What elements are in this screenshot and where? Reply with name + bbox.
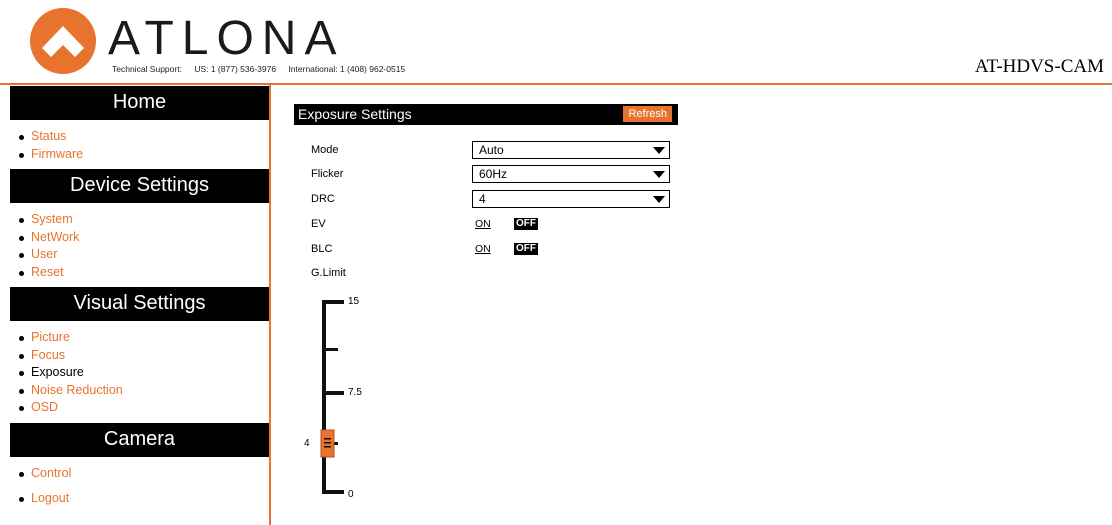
- panel-title: Exposure Settings: [298, 106, 412, 122]
- flicker-select[interactable]: 60Hz: [472, 165, 670, 183]
- sidebar-link-osd[interactable]: OSD: [31, 400, 58, 414]
- drc-select[interactable]: 4: [472, 190, 670, 208]
- slider-tick-mid: [322, 391, 344, 395]
- glimit-label: G.Limit: [311, 267, 346, 279]
- sidebar-link-reset[interactable]: Reset: [31, 265, 64, 279]
- chevron-down-icon: [653, 196, 665, 203]
- blc-on-button[interactable]: ON: [475, 243, 491, 255]
- glimit-slider-graphic: [320, 300, 344, 494]
- slider-track: [322, 300, 326, 494]
- slider-grip-line: [324, 442, 331, 444]
- sidebar-link-user[interactable]: User: [31, 247, 57, 261]
- sidebar: Home Status Firmware Device Settings Sys…: [10, 86, 269, 514]
- ev-label: EV: [311, 218, 326, 230]
- mode-select-value: Auto: [479, 143, 504, 157]
- chevron-down-icon: [653, 147, 665, 154]
- chevron-down-icon: [653, 171, 665, 178]
- page-header: ATLONA Technical Support: US: 1 (877) 53…: [0, 0, 1112, 84]
- sidebar-item-control[interactable]: Control: [18, 465, 269, 483]
- glimit-slider[interactable]: 15 7.5 0 4: [300, 290, 380, 505]
- sidebar-list-device: System NetWork User Reset: [10, 203, 269, 287]
- sidebar-list-camera: Control Logout: [10, 457, 269, 514]
- sidebar-item-system[interactable]: System: [18, 211, 269, 229]
- ev-on-button[interactable]: ON: [475, 218, 491, 230]
- sidebar-item-exposure[interactable]: Exposure: [18, 364, 269, 382]
- sidebar-item-user[interactable]: User: [18, 246, 269, 264]
- support-label: Technical Support:: [112, 64, 182, 74]
- sidebar-item-picture[interactable]: Picture: [18, 329, 269, 347]
- header-divider: [0, 83, 1112, 85]
- atlona-logo-icon: [30, 8, 96, 74]
- exposure-panel-header: Exposure Settings Refresh: [294, 104, 678, 125]
- sidebar-link-firmware[interactable]: Firmware: [31, 147, 83, 161]
- flicker-select-value: 60Hz: [479, 167, 508, 181]
- slider-value-label: 4: [304, 438, 310, 449]
- slider-tick-max: [322, 300, 344, 304]
- sidebar-item-firmware[interactable]: Firmware: [18, 146, 269, 164]
- support-intl: International: 1 (408) 962-0515: [288, 64, 406, 74]
- brand-wordmark: ATLONA: [108, 12, 344, 62]
- sidebar-list-home: Status Firmware: [10, 120, 269, 169]
- sidebar-item-logout[interactable]: Logout: [18, 490, 269, 508]
- sidebar-link-network[interactable]: NetWork: [31, 230, 79, 244]
- sidebar-link-system[interactable]: System: [31, 212, 73, 226]
- sidebar-title-home: Home: [10, 86, 269, 120]
- mode-select[interactable]: Auto: [472, 141, 670, 159]
- drc-select-value: 4: [479, 192, 486, 206]
- flicker-label: Flicker: [311, 168, 344, 180]
- support-info: Technical Support: US: 1 (877) 536-3976 …: [112, 64, 415, 74]
- sidebar-item-focus[interactable]: Focus: [18, 347, 269, 365]
- sidebar-list-visual: Picture Focus Exposure Noise Reduction O…: [10, 321, 269, 423]
- sidebar-item-noise-reduction[interactable]: Noise Reduction: [18, 382, 269, 400]
- ev-off-button[interactable]: OFF: [514, 218, 538, 230]
- sidebar-link-picture[interactable]: Picture: [31, 330, 70, 344]
- sidebar-link-noise-reduction[interactable]: Noise Reduction: [31, 383, 123, 397]
- slider-tick-upper: [322, 348, 338, 351]
- sidebar-item-network[interactable]: NetWork: [18, 229, 269, 247]
- sidebar-title-device-settings: Device Settings: [10, 169, 269, 203]
- sidebar-link-focus[interactable]: Focus: [31, 348, 65, 362]
- slider-max-label: 15: [348, 296, 360, 307]
- sidebar-divider: [269, 84, 271, 525]
- sidebar-link-status[interactable]: Status: [31, 129, 66, 143]
- sidebar-title-visual-settings: Visual Settings: [10, 287, 269, 321]
- sidebar-item-status[interactable]: Status: [18, 128, 269, 146]
- slider-tick-min: [322, 490, 344, 494]
- model-name: AT-HDVS-CAM: [974, 56, 1104, 77]
- brand-text: ATLONA: [108, 12, 344, 62]
- sidebar-title-camera: Camera: [10, 422, 269, 457]
- support-us: US: 1 (877) 536-3976: [194, 64, 277, 74]
- slider-mid-label: 7.5: [348, 387, 362, 398]
- drc-label: DRC: [311, 193, 335, 205]
- sidebar-current-exposure[interactable]: Exposure: [31, 365, 84, 379]
- blc-label: BLC: [311, 243, 333, 255]
- mode-label: Mode: [311, 144, 339, 156]
- sidebar-link-control[interactable]: Control: [31, 466, 71, 480]
- sidebar-item-reset[interactable]: Reset: [18, 264, 269, 282]
- slider-grip-line: [324, 438, 331, 440]
- slider-grip-line: [324, 446, 331, 448]
- blc-off-button[interactable]: OFF: [514, 243, 538, 255]
- sidebar-link-logout[interactable]: Logout: [31, 491, 69, 505]
- sidebar-item-osd[interactable]: OSD: [18, 399, 269, 417]
- slider-min-label: 0: [348, 489, 354, 500]
- refresh-button[interactable]: Refresh: [623, 106, 672, 122]
